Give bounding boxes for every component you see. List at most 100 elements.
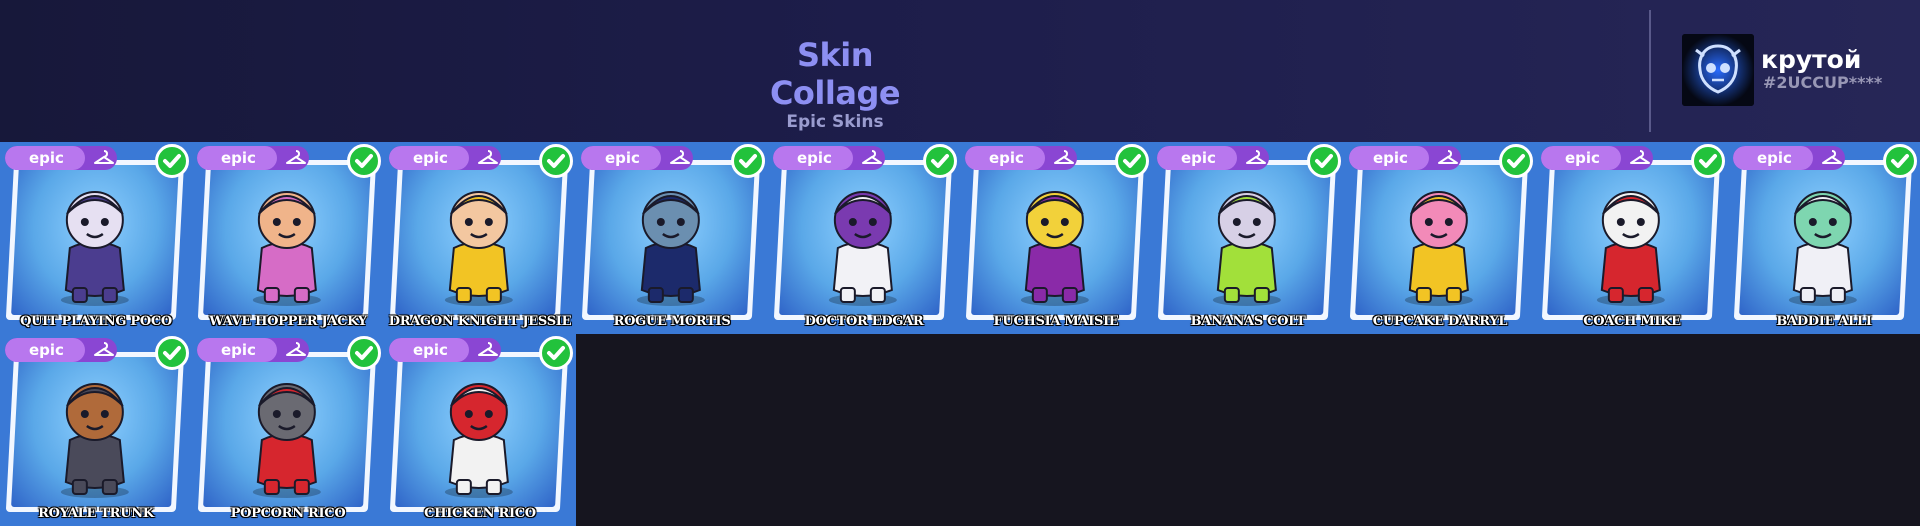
skin-tile[interactable]: epic WAVE HOPPER JACKY: [192, 142, 384, 334]
rarity-label: epic: [605, 149, 640, 167]
skull-mask-icon: [1682, 34, 1754, 106]
skin-card: [1733, 160, 1913, 320]
hanger-icon: [478, 342, 498, 356]
skin-tile[interactable]: epic POPCORN RICO: [192, 334, 384, 526]
skin-tile[interactable]: epic BANANAS COLT: [1152, 142, 1344, 334]
player-name: крутой: [1761, 45, 1862, 74]
owned-check-icon: [539, 144, 573, 178]
skin-tile[interactable]: epic COACH MIKE: [1536, 142, 1728, 334]
skin-card-background: [1355, 165, 1523, 315]
skin-card-background: [395, 165, 563, 315]
rarity-badge: epic: [965, 146, 1077, 170]
owned-check-icon: [155, 144, 189, 178]
skin-character-illustration: [444, 383, 513, 498]
skin-card-background: [1739, 165, 1907, 315]
skin-character-illustration: [60, 191, 129, 306]
hanger-icon: [862, 150, 882, 164]
skin-tile[interactable]: epic QUIT PLAYING POCO: [0, 142, 192, 334]
hanger-icon: [1822, 150, 1842, 164]
owned-check-icon: [1307, 144, 1341, 178]
rarity-label: epic: [221, 149, 256, 167]
hanger-icon: [1054, 150, 1074, 164]
skin-character-illustration: [1788, 191, 1857, 306]
skin-tile[interactable]: epic CUPCAKE DARRYL: [1344, 142, 1536, 334]
skin-name: COACH MIKE: [1583, 314, 1681, 329]
skin-name: DOCTOR EDGAR: [804, 314, 924, 329]
skin-name: QUIT PLAYING POCO: [20, 314, 172, 329]
skin-grid: epic QUIT PLAYING POCO epic WAVE HOPPER JAC…: [0, 142, 1920, 526]
hanger-icon: [478, 150, 498, 164]
hanger-icon: [1246, 150, 1266, 164]
owned-check-icon: [731, 144, 765, 178]
skin-card-background: [587, 165, 755, 315]
skin-card-background: [203, 357, 371, 507]
player-avatar[interactable]: [1682, 34, 1754, 106]
rarity-badge: epic: [5, 146, 117, 170]
skin-card-background: [1163, 165, 1331, 315]
rarity-badge: epic: [1157, 146, 1269, 170]
hanger-icon: [286, 342, 306, 356]
skin-tile[interactable]: epic ROYALE TRUNK: [0, 334, 192, 526]
skin-card-background: [1547, 165, 1715, 315]
rarity-label: epic: [29, 149, 64, 167]
skin-card-background: [11, 357, 179, 507]
skin-character-illustration: [444, 191, 513, 306]
rarity-badge: epic: [197, 146, 309, 170]
rarity-label: epic: [413, 341, 448, 359]
rarity-label: epic: [797, 149, 832, 167]
skin-name: WAVE HOPPER JACKY: [209, 314, 367, 329]
skin-tile[interactable]: epic DRAGON KNIGHT JESSIE: [384, 142, 576, 334]
rarity-badge: epic: [197, 338, 309, 362]
rarity-label: epic: [1181, 149, 1216, 167]
skin-name: BANANAS COLT: [1190, 314, 1306, 329]
skin-card-background: [395, 357, 563, 507]
rarity-label: epic: [1565, 149, 1600, 167]
skin-character-illustration: [636, 191, 705, 306]
skin-character-illustration: [252, 191, 321, 306]
rarity-label: epic: [221, 341, 256, 359]
skin-character-illustration: [828, 191, 897, 306]
skin-tile[interactable]: epic FUCHSIA MAISIE: [960, 142, 1152, 334]
skin-name: CUPCAKE DARRYL: [1372, 314, 1508, 329]
header-divider: [1649, 10, 1651, 132]
skin-name: CHICKEN RICO: [424, 506, 536, 521]
rarity-badge: epic: [389, 146, 501, 170]
skin-card: [1349, 160, 1529, 320]
skin-card: [773, 160, 953, 320]
rarity-label: epic: [29, 341, 64, 359]
hanger-icon: [670, 150, 690, 164]
page-title: Skin Collage: [769, 36, 901, 112]
skin-card-background: [203, 165, 371, 315]
skin-tile[interactable]: epic ROGUE MORTIS: [576, 142, 768, 334]
title-block: Skin Collage Epic Skins: [735, 36, 935, 132]
skin-card: [389, 352, 569, 512]
skin-card: [1157, 160, 1337, 320]
skin-card-background: [11, 165, 179, 315]
owned-check-icon: [155, 336, 189, 370]
owned-check-icon: [1115, 144, 1149, 178]
skin-name: FUCHSIA MAISIE: [993, 314, 1119, 329]
skin-tile[interactable]: epic DOCTOR EDGAR: [768, 142, 960, 334]
rarity-badge: epic: [1541, 146, 1653, 170]
skin-card: [581, 160, 761, 320]
owned-check-icon: [1691, 144, 1725, 178]
skin-card: [5, 352, 185, 512]
rarity-badge: epic: [773, 146, 885, 170]
rarity-label: epic: [989, 149, 1024, 167]
rarity-badge: epic: [1349, 146, 1461, 170]
owned-check-icon: [539, 336, 573, 370]
owned-check-icon: [347, 336, 381, 370]
hanger-icon: [286, 150, 306, 164]
skin-tile[interactable]: epic BADDIE ALLI: [1728, 142, 1920, 334]
skin-card: [5, 160, 185, 320]
skin-character-illustration: [1404, 191, 1473, 306]
header: Skin Collage Epic Skins крутой #2UCCUP**…: [0, 0, 1920, 142]
rarity-label: epic: [1373, 149, 1408, 167]
skin-tile[interactable]: epic CHICKEN RICO: [384, 334, 576, 526]
owned-check-icon: [1499, 144, 1533, 178]
owned-check-icon: [923, 144, 957, 178]
skin-card: [197, 160, 377, 320]
skin-character-illustration: [60, 383, 129, 498]
skin-name: ROGUE MORTIS: [613, 314, 731, 329]
skin-name: ROYALE TRUNK: [38, 506, 154, 521]
